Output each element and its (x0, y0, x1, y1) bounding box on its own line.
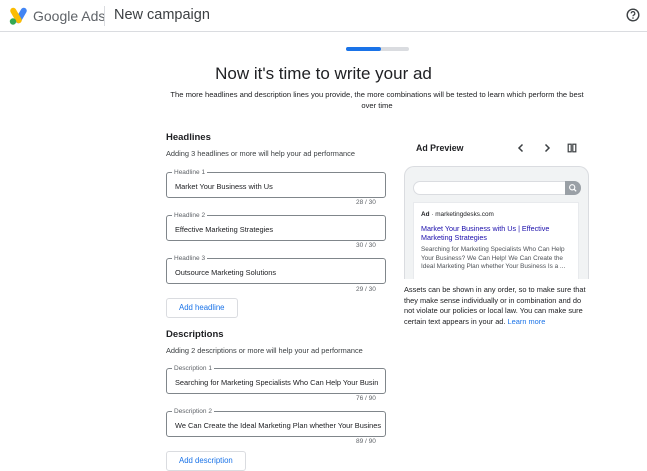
phone-preview-frame: Ad · marketingdesks.com Market Your Busi… (404, 166, 589, 279)
descriptions-heading: Descriptions (166, 329, 224, 340)
headline-3-field[interactable]: Headline 3 Outsource Marketing Solutions (166, 254, 386, 284)
assets-note: Assets can be shown in any order, so to … (404, 285, 590, 328)
headline-1-input[interactable]: Market Your Business with Us (175, 182, 383, 191)
headline-1-label: Headline 1 (172, 168, 208, 177)
headline-3-input[interactable]: Outsource Marketing Solutions (175, 268, 383, 277)
headlines-heading: Headlines (166, 132, 211, 143)
search-icon (569, 184, 577, 192)
description-1-input[interactable]: Searching for Marketing Specialists Who … (175, 378, 383, 387)
ad-description: Searching for Marketing Specialists Who … (421, 246, 566, 271)
step-progress-bar (346, 47, 409, 51)
add-headline-button[interactable]: Add headline (166, 298, 238, 318)
ad-preview-card: Ad · marketingdesks.com Market Your Busi… (413, 202, 579, 279)
preview-search-button (565, 181, 581, 195)
headline-2-label: Headline 2 (172, 211, 208, 220)
brand-name: Google Ads (33, 8, 106, 24)
top-bar: Google Ads New campaign (0, 0, 647, 32)
ad-domain: · marketingdesks.com (431, 211, 494, 218)
headline-2-counter: 30 / 30 (356, 242, 376, 249)
descriptions-hint: Adding 2 descriptions or more will help … (166, 346, 363, 355)
ad-meta: Ad · marketingdesks.com (421, 211, 494, 218)
ad-title: Market Your Business with Us | Effective… (421, 224, 550, 242)
page-title: New campaign (114, 7, 210, 23)
preview-search-bar (413, 181, 581, 195)
main-heading: Now it's time to write your ad (215, 64, 432, 83)
headline-2-input[interactable]: Effective Marketing Strategies (175, 225, 383, 234)
add-description-button[interactable]: Add description (166, 451, 246, 471)
learn-more-link[interactable]: Learn more (508, 317, 546, 326)
headline-1-field[interactable]: Headline 1 Market Your Business with Us (166, 168, 386, 198)
columns-icon[interactable] (567, 143, 577, 153)
main-subtitle: The more headlines and description lines… (170, 90, 584, 110)
description-1-label: Description 1 (172, 364, 214, 373)
headline-1-counter: 28 / 30 (356, 199, 376, 206)
assets-note-text: Assets can be shown in any order, so to … (404, 285, 586, 327)
chevron-right-icon[interactable] (542, 143, 552, 153)
description-2-input[interactable]: We Can Create the Ideal Marketing Plan w… (175, 421, 383, 430)
description-1-counter: 76 / 90 (356, 395, 376, 402)
description-2-field[interactable]: Description 2 We Can Create the Ideal Ma… (166, 407, 386, 437)
chevron-left-icon[interactable] (516, 143, 526, 153)
headline-3-label: Headline 3 (172, 254, 208, 263)
description-1-field[interactable]: Description 1 Searching for Marketing Sp… (166, 364, 386, 394)
help-circle-icon[interactable] (626, 8, 640, 22)
headline-2-field[interactable]: Headline 2 Effective Marketing Strategie… (166, 211, 386, 241)
headline-3-counter: 29 / 30 (356, 286, 376, 293)
ad-badge: Ad (421, 211, 430, 218)
ad-preview-heading: Ad Preview (416, 143, 464, 153)
headlines-hint: Adding 3 headlines or more will help you… (166, 149, 355, 158)
step-progress-fill (346, 47, 381, 51)
description-2-label: Description 2 (172, 407, 214, 416)
description-2-counter: 89 / 90 (356, 438, 376, 445)
google-ads-logo-icon[interactable] (9, 7, 29, 25)
header-divider (104, 6, 105, 26)
